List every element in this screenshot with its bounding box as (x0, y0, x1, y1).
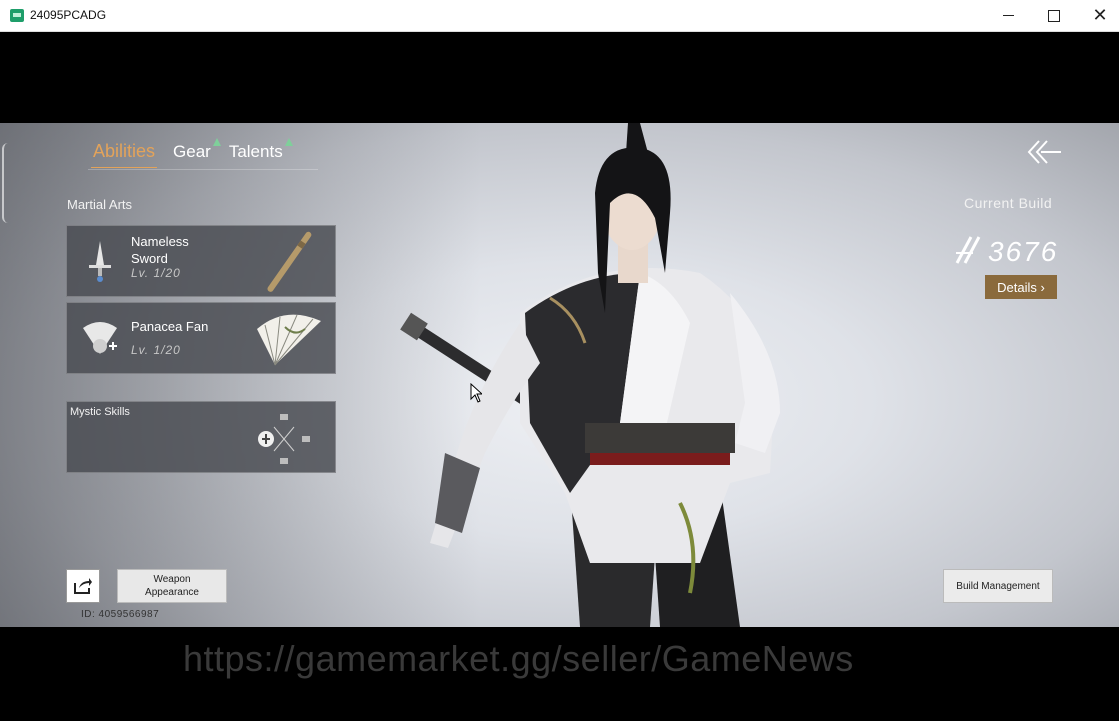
share-icon (74, 578, 92, 594)
weapon-appearance-label: Weapon Appearance (145, 573, 199, 599)
staff-icon (267, 231, 312, 292)
martial-art-name: Nameless Sword (131, 233, 189, 267)
app-icon (10, 9, 24, 22)
fan-skill-icon (83, 322, 117, 354)
mystic-skills-label: Mystic Skills (70, 406, 130, 418)
martial-arts-label: Martial Arts (67, 197, 133, 212)
close-button[interactable]: ✕ (1077, 0, 1119, 31)
crossed-swords-icon (955, 236, 981, 264)
upgrade-indicator-icon (284, 138, 293, 146)
share-button[interactable] (66, 569, 100, 603)
tab-bar: Abilities Gear Talents (90, 138, 293, 168)
maximize-button[interactable] (1031, 0, 1077, 31)
tab-abilities[interactable]: Abilities (90, 141, 158, 168)
weapon-appearance-button[interactable]: Weapon Appearance (117, 569, 227, 603)
close-icon: ✕ (1092, 5, 1108, 25)
tab-talents-label: Talents (228, 142, 283, 161)
maximize-icon (1048, 9, 1060, 22)
player-id: ID: 4059566987 (81, 609, 160, 620)
martial-art-name: Panacea Fan (131, 319, 209, 334)
character-figure (400, 123, 780, 627)
name-line-2: Sword (131, 251, 168, 266)
build-score: 3676 (988, 236, 1059, 267)
game-scene: Abilities Gear Talents Martial Arts Name… (0, 123, 1119, 627)
martial-art-level: Lv. 1/20 (131, 343, 181, 357)
name-line-1: Nameless (131, 234, 189, 249)
upgrade-indicator-icon (212, 138, 221, 146)
tab-talents[interactable]: Talents (228, 138, 293, 166)
weapon-appearance-line1: Weapon (153, 574, 191, 585)
martial-art-card-panacea-fan[interactable]: Panacea Fan Lv. 1/20 (66, 302, 336, 374)
tabs-divider (88, 169, 318, 170)
window-title: 24095PCADG (30, 8, 107, 22)
current-build-label: Current Build (964, 195, 1053, 211)
window-titlebar: 24095PCADG ✕ (0, 0, 1119, 32)
martial-art-card-nameless-sword[interactable]: Nameless Sword Lv. 1/20 (66, 225, 336, 297)
edge-bracket (2, 143, 10, 223)
mouse-cursor-icon (470, 383, 482, 403)
minimize-icon (1002, 15, 1014, 16)
mystic-skills-panel[interactable]: Mystic Skills (66, 401, 336, 473)
sword-icon (89, 241, 111, 282)
back-arrow-icon[interactable] (1027, 139, 1063, 165)
watermark-url: https://gamemarket.gg/seller/GameNews (183, 638, 854, 679)
tab-gear[interactable]: Gear (173, 138, 221, 166)
weapon-appearance-line2: Appearance (145, 587, 199, 598)
mystic-cross-icon (258, 414, 310, 464)
martial-art-level: Lv. 1/20 (131, 266, 181, 280)
build-management-button[interactable]: Build Management (943, 569, 1053, 603)
minimize-button[interactable] (985, 0, 1031, 31)
details-button[interactable]: Details › (985, 275, 1057, 299)
tab-gear-label: Gear (173, 142, 211, 161)
fan-icon (257, 314, 321, 366)
